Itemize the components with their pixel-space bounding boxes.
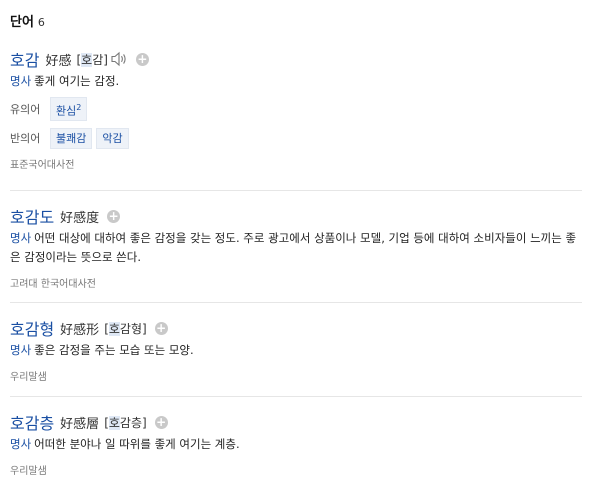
part-of-speech: 명사 [10,343,32,357]
pronunciation: [호감형] [104,321,147,336]
entry-headline: 호감형 好感形 [호감형] + [10,316,582,340]
synonym-label: 유의어 [10,103,41,116]
headword-link[interactable]: 호감도 [10,204,54,228]
dictionary-source[interactable]: 표준국어대사전 [10,156,582,171]
dictionary-source[interactable]: 고려대 한국어대사전 [10,275,582,290]
add-wordbook-icon[interactable]: + [154,415,168,429]
hanja: 好感層 [60,416,100,432]
entry-hogamdo: 호감도 好感度 + 명사 어떤 대상에 대하여 좋은 감정을 갖는 정도. 주로 … [10,206,582,290]
divider [10,190,582,191]
definition: 명사 어떠한 분야나 일 따위를 좋게 여기는 계층. [10,437,240,451]
hanja: 好感形 [60,322,100,338]
entry-headline: 호감 好感 [호감] + [10,47,582,71]
add-wordbook-icon[interactable]: + [107,209,121,223]
antonym-row: 반의어 불쾌감 악감 [10,127,582,149]
antonym-chip[interactable]: 악감 [96,127,129,149]
section-title: 단어 [10,15,34,30]
definition: 명사 어떤 대상에 대하여 좋은 감정을 갖는 정도. 주로 광고에서 상품이나 … [10,231,577,264]
entry-hogamhyeong: 호감형 好感形 [호감형] + 명사 좋은 감정을 주는 모습 또는 모양. 우리… [10,318,582,383]
synonym-row: 유의어 환심2 [10,96,582,122]
antonym-label: 반의어 [10,132,41,145]
definition: 명사 좋은 감정을 주는 모습 또는 모양. [10,343,194,357]
part-of-speech: 명사 [10,437,32,451]
pronunciation: [호감층] [104,415,147,430]
headword-link[interactable]: 호감형 [10,316,54,340]
result-count: 6 [37,16,45,29]
hanja: 好感 [45,53,72,69]
synonym-chip[interactable]: 환심2 [50,96,88,122]
entry-hogamcheung: 호감층 好感層 [호감층] + 명사 어떠한 분야나 일 따위를 좋게 여기는 계… [10,412,582,477]
part-of-speech: 명사 [10,231,32,245]
section-header: 단어 6 [10,11,45,30]
speaker-icon[interactable] [110,51,128,67]
add-wordbook-icon[interactable]: + [135,52,149,66]
dictionary-source[interactable]: 우리말샘 [10,462,582,477]
entry-headline: 호감도 好感度 + [10,204,582,228]
headword-link[interactable]: 호감층 [10,410,54,434]
headword-link[interactable]: 호감 [10,47,39,71]
dictionary-source[interactable]: 우리말샘 [10,368,582,383]
add-wordbook-icon[interactable]: + [154,321,168,335]
divider [10,396,582,397]
entry-hogam: 호감 好感 [호감] + 명사 좋게 여기는 감정. 유의어 환심2 반의어 불쾌… [10,49,582,171]
part-of-speech: 명사 [10,74,32,88]
antonym-chip[interactable]: 불쾌감 [50,127,93,149]
divider [10,302,582,303]
hanja: 好感度 [60,210,100,226]
definition: 명사 좋게 여기는 감정. [10,74,120,88]
entry-headline: 호감층 好感層 [호감층] + [10,410,582,434]
pronunciation: [호감] [76,52,108,67]
